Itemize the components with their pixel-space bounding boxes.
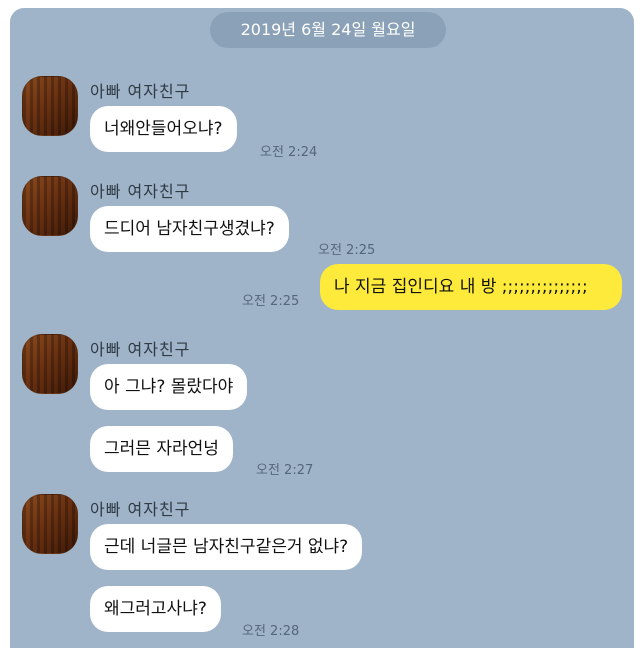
sender-avatar[interactable] <box>22 76 78 136</box>
sender-name: 아빠 여자친구 <box>90 500 191 519</box>
sender-name: 아빠 여자친구 <box>90 82 191 101</box>
message-bubble[interactable]: 근데 너글믄 남자친구같은거 없냐? <box>90 524 363 570</box>
my-message-bubble[interactable]: 나 지금 집인디요 내 방 ;;;;;;;;;;;;;;; <box>320 264 622 310</box>
message-time: 오전 2:25 <box>242 294 300 309</box>
message-bubble[interactable]: 왜그러고사냐? <box>90 586 221 632</box>
message-bubble[interactable]: 아 그냐? 몰랐다야 <box>90 364 248 410</box>
sender-name: 아빠 여자친구 <box>90 340 191 359</box>
message-bubble[interactable]: 너왜안들어오냐? <box>90 106 237 152</box>
message-bubble[interactable]: 드디어 남자친구생겼냐? <box>90 206 289 252</box>
message-time: 오전 2:24 <box>260 145 318 160</box>
message-time: 오전 2:25 <box>318 243 376 258</box>
sender-avatar[interactable] <box>22 334 78 394</box>
date-divider: 2019년 6월 24일 월요일 <box>210 12 446 48</box>
message-time: 오전 2:27 <box>256 463 314 478</box>
sender-name: 아빠 여자친구 <box>90 182 191 201</box>
message-time: 오전 2:28 <box>242 624 300 639</box>
chat-window: 2019년 6월 24일 월요일 아빠 여자친구 너왜안들어오냐? 오전 2:2… <box>10 8 634 648</box>
sender-avatar[interactable] <box>22 176 78 236</box>
message-bubble[interactable]: 그러믄 자라언넝 <box>90 426 233 472</box>
sender-avatar[interactable] <box>22 494 78 554</box>
